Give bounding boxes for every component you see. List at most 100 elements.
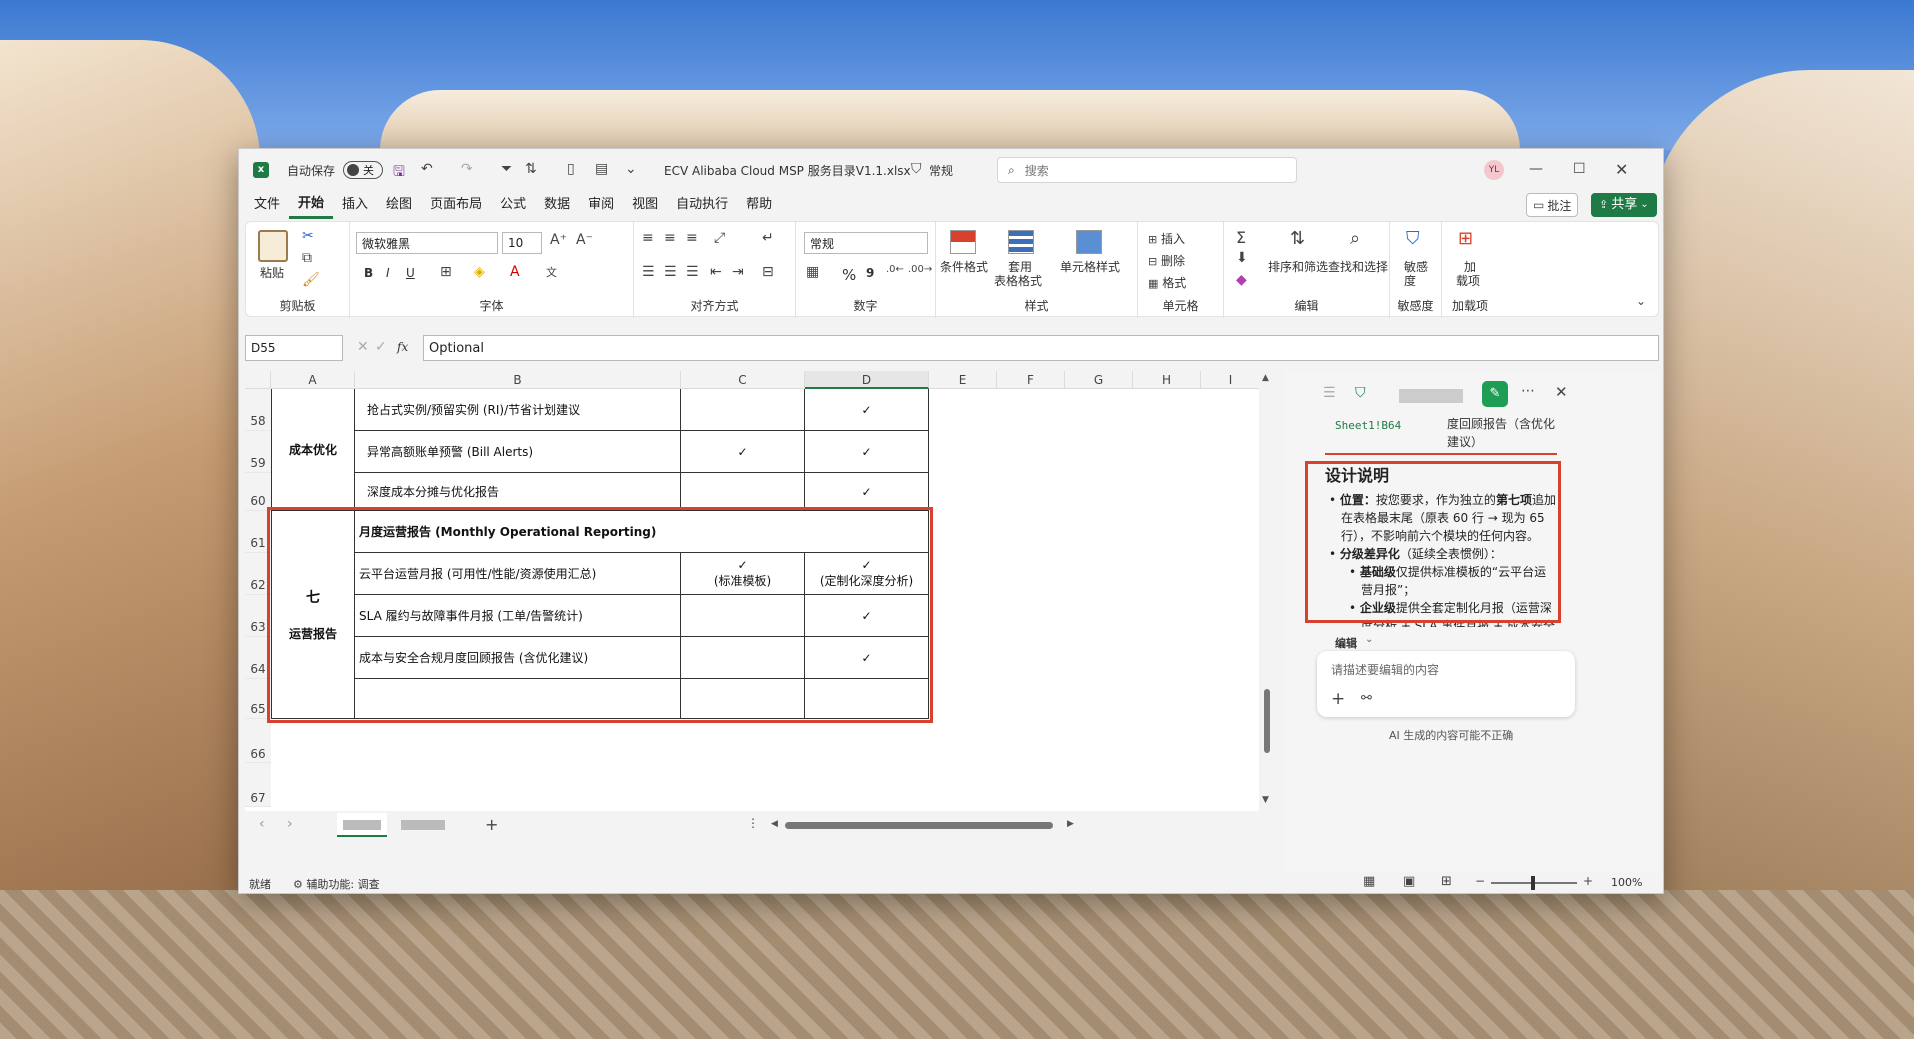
insert-function-button[interactable]: fx [397, 340, 408, 354]
name-box[interactable]: D55 [245, 335, 343, 361]
cell-b59[interactable]: 异常高额账单预警 (Bill Alerts) [355, 431, 681, 473]
paste-icon[interactable] [258, 230, 288, 262]
vertical-scrollbar[interactable]: ▲ ▼ [1259, 371, 1275, 811]
prev-sheet-icon[interactable]: ‹ [259, 816, 265, 832]
prompt-placeholder[interactable]: 请描述要编辑的内容 [1331, 661, 1439, 678]
font-name-select[interactable]: 微软雅黑 [356, 232, 498, 254]
align-middle-icon[interactable]: ≡ [664, 230, 676, 246]
cancel-entry-icon[interactable]: ✕ [357, 339, 369, 355]
new-chat-icon[interactable]: ✎ [1482, 381, 1508, 407]
maximize-icon[interactable]: ☐ [1573, 161, 1586, 177]
menu-insert[interactable]: 插入 [333, 191, 377, 219]
borders-icon[interactable]: ⊞ [440, 264, 452, 280]
zoom-out-icon[interactable]: − [1475, 874, 1485, 888]
merge-center-icon[interactable]: ⊟ [762, 264, 774, 280]
delete-cells-button[interactable]: ⊟ 删除 [1148, 252, 1185, 269]
page-break-view-icon[interactable]: ⊞ [1441, 874, 1452, 889]
sheet-grid[interactable]: A B C D E F G H I 58 59 60 61 62 63 64 6… [245, 371, 1275, 839]
column-header-a[interactable]: A [271, 371, 355, 389]
underline-button[interactable]: U [406, 266, 415, 280]
sort-filter-label[interactable]: 排序和筛选 [1268, 258, 1328, 275]
search-box[interactable]: ⌕ 搜索 [997, 157, 1297, 183]
italic-button[interactable]: I [386, 266, 390, 280]
customize-toolbar-icon[interactable]: ⌄ [625, 161, 637, 177]
scroll-right-icon[interactable]: ▶ [1067, 819, 1074, 829]
formula-input[interactable]: Optional [423, 335, 1659, 361]
normal-view-icon[interactable]: ▦ [1363, 874, 1375, 889]
addins-icon[interactable]: ⊞ [1458, 228, 1473, 249]
ribbon-collapse-icon[interactable]: ⌄ [1636, 294, 1646, 308]
paste-label[interactable]: 粘贴 [260, 264, 284, 281]
new-file-icon[interactable]: ▯ [567, 161, 575, 177]
print-preview-icon[interactable]: ▤ [595, 161, 608, 177]
decrease-indent-icon[interactable]: ⇤ [710, 264, 722, 280]
column-header-c[interactable]: C [681, 371, 805, 389]
column-header-i[interactable]: I [1201, 371, 1261, 389]
cell-d59[interactable]: ✓ [805, 431, 929, 473]
menu-formulas[interactable]: 公式 [491, 191, 535, 219]
format-as-table-icon[interactable] [1008, 230, 1034, 254]
font-color-icon[interactable]: A [510, 264, 520, 280]
vertical-scroll-thumb[interactable] [1264, 689, 1270, 753]
menu-help[interactable]: 帮助 [737, 191, 781, 219]
increase-indent-icon[interactable]: ⇥ [732, 264, 744, 280]
format-painter-icon[interactable]: 🖌 [302, 272, 320, 288]
select-all-corner[interactable] [245, 371, 271, 389]
accessibility-status[interactable]: ⚙ 辅助功能: 调查 [293, 876, 380, 892]
close-icon[interactable]: ✕ [1615, 160, 1628, 179]
cut-icon[interactable]: ✂ [302, 228, 314, 244]
column-header-d[interactable]: D [805, 371, 929, 389]
sheet-tab[interactable] [395, 813, 451, 837]
align-center-icon[interactable]: ☰ [664, 264, 677, 280]
fill-icon[interactable]: ⬇ [1236, 250, 1248, 266]
orientation-icon[interactable]: ⤢ [714, 230, 725, 246]
user-avatar[interactable]: YL [1484, 160, 1504, 180]
zoom-in-icon[interactable]: + [1583, 874, 1593, 888]
menu-data[interactable]: 数据 [535, 191, 579, 219]
zoom-slider-thumb[interactable] [1531, 876, 1535, 890]
undo-icon[interactable]: ↶ [421, 161, 433, 177]
cell-c60[interactable] [681, 473, 805, 511]
cell-a58-merged[interactable]: 成本优化 [271, 389, 355, 511]
column-header-e[interactable]: E [929, 371, 997, 389]
align-right-icon[interactable]: ☰ [686, 264, 699, 280]
sensitivity-button-label-2[interactable]: 度 [1404, 272, 1416, 289]
cell-d58[interactable]: ✓ [805, 389, 929, 431]
menu-draw[interactable]: 绘图 [377, 191, 421, 219]
cell-b58[interactable]: 抢占式实例/预留实例 (RI)/节省计划建议 [355, 389, 681, 431]
wrap-text-icon[interactable]: ↵ [762, 230, 774, 246]
sensitivity-icon[interactable]: ⛉ [1406, 228, 1420, 249]
row-header-58[interactable]: 58 [245, 389, 271, 431]
confirm-entry-icon[interactable]: ✓ [375, 339, 387, 355]
row-header-66[interactable]: 66 [245, 719, 271, 763]
minimize-icon[interactable]: — [1529, 161, 1543, 177]
cell-b60[interactable]: 深度成本分摊与优化报告 [355, 473, 681, 511]
accounting-format-icon[interactable]: ▦ [806, 264, 819, 280]
font-size-select[interactable]: 10 [502, 232, 542, 254]
cell-styles-icon[interactable] [1076, 230, 1102, 254]
column-header-h[interactable]: H [1133, 371, 1201, 389]
menu-automate[interactable]: 自动执行 [667, 191, 737, 219]
menu-file[interactable]: 文件 [245, 191, 289, 219]
filter-icon[interactable]: ⏷ [501, 161, 512, 177]
add-icon[interactable]: + [1331, 689, 1345, 709]
autosum-icon[interactable]: Σ [1236, 228, 1246, 247]
column-header-b[interactable]: B [355, 371, 681, 389]
conditional-format-label[interactable]: 条件格式 [940, 258, 988, 275]
find-select-label[interactable]: 查找和选择 [1328, 258, 1388, 275]
increase-decimal-icon[interactable]: .0← [886, 264, 904, 275]
format-as-table-label-2[interactable]: 表格格式 [994, 272, 1042, 289]
decrease-font-icon[interactable]: A⁻ [576, 232, 593, 248]
align-left-icon[interactable]: ☰ [642, 264, 655, 280]
row-header-59[interactable]: 59 [245, 431, 271, 473]
menu-home[interactable]: 开始 [289, 191, 334, 219]
comma-style-button[interactable]: 9 [866, 266, 874, 280]
decrease-decimal-icon[interactable]: .00→ [908, 264, 932, 275]
redo-icon[interactable]: ↷ [461, 161, 473, 177]
scroll-up-icon[interactable]: ▲ [1262, 373, 1269, 383]
scroll-left-icon[interactable]: ◀ [771, 819, 778, 829]
cell-styles-label[interactable]: 单元格样式 [1060, 258, 1120, 275]
share-button[interactable]: ⇪ 共享 ⌄ [1591, 193, 1657, 217]
autosave-toggle[interactable]: 关 [343, 161, 383, 179]
bold-button[interactable]: B [364, 266, 373, 280]
